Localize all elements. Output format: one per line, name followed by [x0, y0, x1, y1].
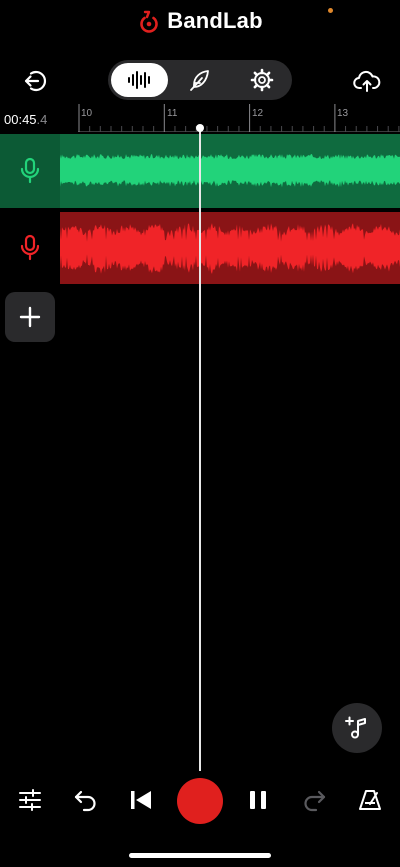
- timeline-ruler[interactable]: 10 11 12 13: [78, 104, 400, 132]
- mixer-icon: [19, 789, 41, 811]
- ruler-label-12: 12: [252, 108, 264, 119]
- ruler-label-13: 13: [337, 108, 349, 119]
- pause-icon: [250, 791, 266, 809]
- skip-to-start-button[interactable]: [123, 782, 159, 818]
- track-2-audio-region[interactable]: [60, 212, 400, 284]
- cloud-upload-icon: [353, 70, 381, 92]
- track-2-header[interactable]: [0, 212, 60, 284]
- bandlab-logo-icon: [140, 10, 159, 33]
- undo-icon: [74, 790, 96, 812]
- time-fraction: .4: [36, 112, 48, 127]
- metronome-icon: [359, 790, 381, 810]
- redo-button[interactable]: [296, 782, 332, 818]
- gear-icon: [250, 68, 274, 92]
- feather-icon: [190, 70, 209, 91]
- privacy-indicator-dot: [328, 8, 333, 13]
- exit-icon: [24, 70, 47, 92]
- tab-settings[interactable]: [240, 63, 284, 97]
- mixer-button[interactable]: [12, 782, 48, 818]
- home-indicator: [129, 853, 271, 858]
- metronome-button[interactable]: [352, 782, 388, 818]
- track-2-waveform: [60, 223, 400, 274]
- microphone-icon: [20, 234, 40, 261]
- skip-to-start-icon: [131, 791, 151, 809]
- tab-lyrics[interactable]: [178, 63, 222, 97]
- record-button[interactable]: [177, 778, 223, 824]
- undo-button[interactable]: [68, 782, 104, 818]
- add-music-note-icon: [345, 716, 366, 739]
- bandlab-logo: BandLab: [0, 6, 400, 36]
- track-1-header[interactable]: [0, 134, 60, 208]
- track-1-waveform: [60, 154, 400, 188]
- playhead-time: 00:45.4: [4, 112, 47, 127]
- track-1-audio-region[interactable]: [60, 134, 400, 208]
- microphone-icon: [20, 157, 40, 184]
- ruler-label-11: 11: [167, 108, 178, 119]
- app-name: BandLab: [167, 8, 263, 33]
- redo-icon: [304, 790, 326, 812]
- playhead[interactable]: [199, 128, 201, 771]
- add-track-button[interactable]: [5, 292, 55, 342]
- waveform-icon: [127, 71, 150, 89]
- playhead-handle[interactable]: [196, 124, 204, 132]
- time-main: 00:45: [4, 112, 37, 127]
- tab-tracks[interactable]: [111, 63, 168, 97]
- pause-button[interactable]: [240, 782, 276, 818]
- upload-button[interactable]: [350, 64, 384, 98]
- add-loops-button[interactable]: [332, 703, 382, 753]
- plus-icon: [19, 306, 41, 328]
- exit-button[interactable]: [18, 64, 52, 98]
- ruler-label-10: 10: [81, 108, 93, 119]
